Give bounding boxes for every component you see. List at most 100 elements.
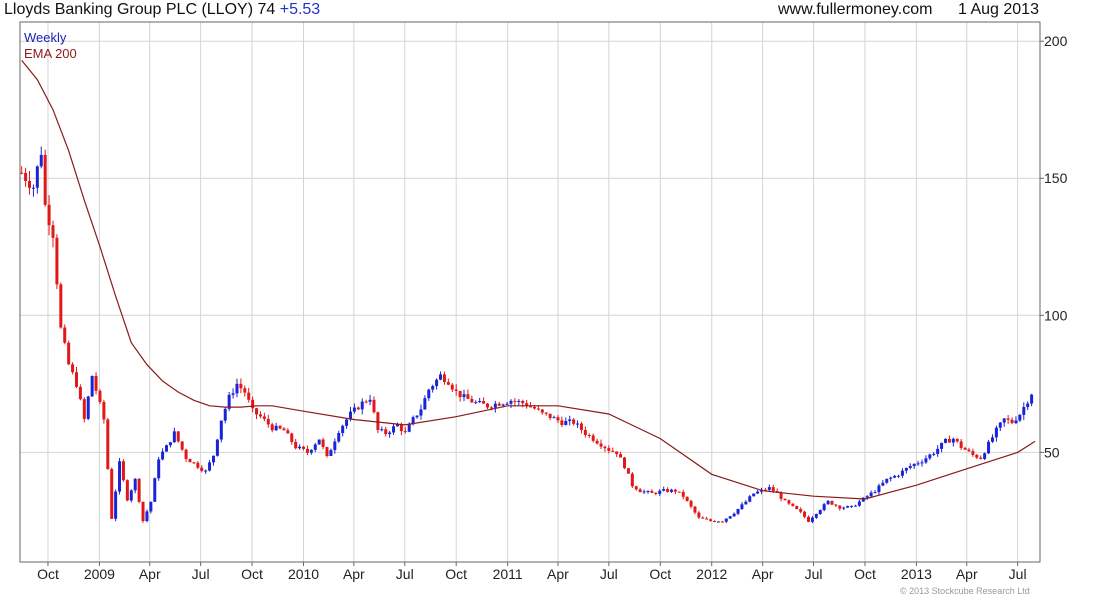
candle-body — [795, 505, 799, 510]
candle-body — [669, 489, 673, 492]
candle-body — [309, 449, 313, 453]
candle-body — [513, 400, 517, 402]
candle-body — [646, 491, 650, 493]
candle-body — [1022, 407, 1026, 415]
candle-body — [168, 442, 172, 446]
candle-body — [67, 342, 71, 365]
candle-body — [752, 493, 756, 497]
candle-body — [1030, 394, 1034, 404]
candle-body — [458, 390, 462, 398]
candle-body — [278, 425, 282, 429]
candle-body — [1002, 418, 1006, 423]
candle-body — [1010, 419, 1014, 424]
candle-body — [125, 480, 129, 501]
candle-body — [482, 401, 486, 404]
candle-body — [994, 427, 998, 438]
candle-body — [31, 187, 35, 189]
candle-body — [114, 491, 118, 519]
candles — [20, 146, 1034, 524]
candle-body — [262, 416, 266, 419]
candle-body — [102, 401, 106, 420]
x-tick-label: Apr — [752, 566, 774, 582]
candle-body — [893, 475, 897, 478]
candle-body — [713, 520, 717, 522]
y-tick-label: 200 — [1044, 33, 1068, 49]
candle-body — [666, 489, 670, 492]
candle-body — [634, 486, 638, 490]
candle-body — [247, 392, 251, 400]
candle-body — [450, 384, 454, 390]
x-tick-label: Apr — [343, 566, 365, 582]
candle-body — [51, 225, 55, 238]
candle-body — [791, 503, 795, 506]
legend-ema: EMA 200 — [24, 46, 77, 61]
candle-body — [560, 420, 564, 426]
candle-body — [399, 424, 403, 432]
candle-body — [834, 504, 838, 506]
candle-body — [979, 457, 983, 459]
candle-body — [478, 401, 482, 403]
candle-body — [286, 430, 290, 434]
candle-body — [591, 435, 595, 441]
y-tick-label: 50 — [1044, 444, 1060, 460]
candle-body — [865, 496, 869, 498]
candle-body — [951, 438, 955, 443]
candle-body — [427, 389, 431, 399]
candle-body — [219, 420, 223, 440]
candle-body — [940, 442, 944, 449]
candle-body — [121, 461, 125, 481]
candle-body — [133, 478, 137, 491]
candle-body — [623, 457, 627, 469]
candle-body — [814, 513, 818, 518]
x-tick-label: 2011 — [493, 566, 523, 582]
candle-body — [720, 521, 724, 523]
x-tick-label: Jul — [600, 566, 618, 582]
candle-body — [208, 462, 212, 471]
candle-body — [466, 394, 470, 399]
candle-body — [579, 423, 583, 430]
candle-body — [431, 386, 435, 390]
candle-body — [35, 166, 39, 188]
candle-body — [384, 429, 388, 435]
candle-body — [118, 461, 122, 492]
candle-body — [258, 414, 262, 417]
candle-body — [184, 449, 188, 460]
candle-body — [509, 400, 513, 404]
y-tick-label: 100 — [1044, 307, 1068, 323]
candle-body — [626, 468, 630, 474]
x-tick-label: Apr — [547, 566, 569, 582]
candle-body — [157, 459, 161, 479]
candle-body — [756, 491, 760, 494]
candle-body — [740, 504, 744, 509]
candle-body — [137, 478, 141, 502]
candle-body — [282, 428, 286, 431]
candle-body — [94, 375, 98, 391]
candle-body — [873, 492, 877, 494]
candle-body — [59, 284, 63, 328]
candle-body — [302, 446, 306, 449]
candle-body — [341, 425, 345, 434]
candle-body — [630, 473, 634, 487]
candle-body — [364, 401, 368, 403]
candle-body — [728, 516, 732, 519]
candle-body — [877, 485, 881, 493]
candle-body — [846, 506, 850, 508]
candle-body — [419, 409, 423, 416]
candle-body — [200, 467, 204, 471]
candle-body — [885, 478, 889, 483]
candle-body — [239, 383, 243, 389]
candle-body — [243, 388, 247, 393]
candle-body — [955, 438, 959, 442]
candle-body — [552, 417, 556, 419]
candle-body — [724, 518, 728, 522]
candle-body — [689, 500, 693, 507]
candle-body — [294, 441, 298, 449]
candle-body — [47, 204, 51, 226]
candle-body — [826, 500, 830, 505]
candle-body — [78, 386, 82, 400]
candle-body — [501, 404, 505, 406]
candle-body — [920, 462, 924, 464]
candle-body — [583, 429, 587, 435]
candle-body — [90, 375, 94, 397]
candle-body — [650, 491, 654, 493]
